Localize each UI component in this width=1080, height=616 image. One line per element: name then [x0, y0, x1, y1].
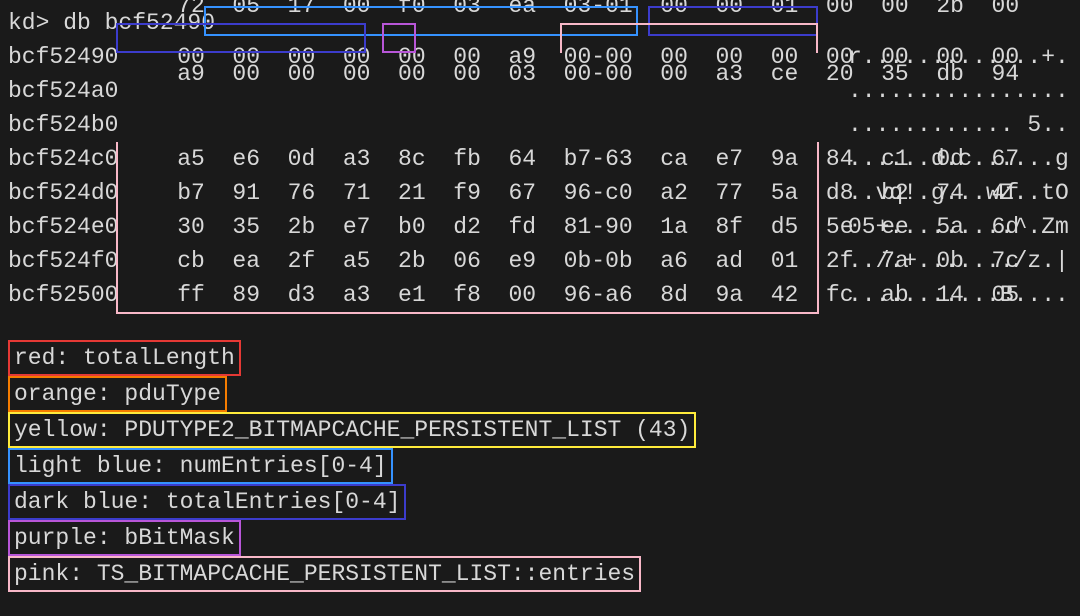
hex-bytes: ff 89 d3 a3 e1 f8 00 96-a6 8d 9a 42 fc a… — [177, 278, 1019, 312]
highlight-bBitMask — [382, 23, 416, 53]
hex-bytes-wrap: ff 89 d3 a3 e1 f8 00 96-a6 8d 9a 42 fc a… — [122, 244, 842, 346]
highlight-totalEntries-b — [116, 23, 366, 53]
address: bcf524a0 — [8, 74, 122, 108]
legend-purple: purple: bBitMask — [8, 520, 241, 556]
ascii: ............ 5.. — [848, 108, 1069, 142]
legend-lblue: light blue: numEntries[0-4] — [8, 448, 393, 484]
hex-bytes: a9 00 00 00 00 00 03 00-00 00 a3 ce 20 3… — [177, 57, 1019, 91]
address: bcf52500 — [8, 278, 122, 312]
legend-yellow: yellow: PDUTYPE2_BITMAPCACHE_PERSISTENT_… — [8, 412, 696, 448]
legend-dblue: dark blue: totalEntries[0-4] — [8, 484, 406, 520]
legend-orange: orange: pduType — [8, 376, 227, 412]
address: bcf52490 — [8, 40, 122, 74]
legend-area: red: totalLength orange: pduType yellow:… — [8, 340, 1080, 592]
address: bcf524b0 — [8, 108, 122, 142]
address: bcf524c0 — [8, 142, 122, 176]
address: bcf524e0 — [8, 210, 122, 244]
highlight-entries-head — [560, 23, 818, 53]
legend-pink: pink: TS_BITMAPCACHE_PERSISTENT_LIST::en… — [8, 556, 641, 592]
hex-row: bcf52500 ff 89 d3 a3 e1 f8 00 96-a6 8d 9… — [8, 278, 1080, 312]
address: bcf524d0 — [8, 176, 122, 210]
address: bcf524f0 — [8, 244, 122, 278]
